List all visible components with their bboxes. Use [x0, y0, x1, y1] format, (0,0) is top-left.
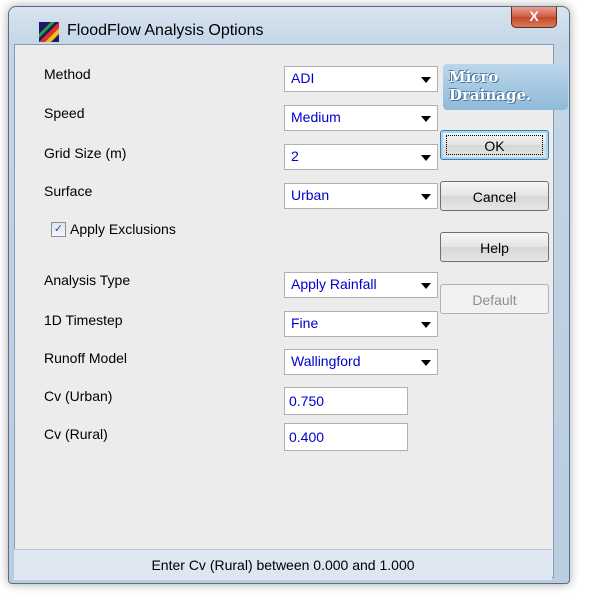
chevron-down-icon — [421, 283, 431, 289]
logo-line-1: Micro — [449, 68, 499, 86]
checkmark-icon: ✓ — [53, 223, 64, 235]
timestep-value: Fine — [291, 315, 319, 331]
cv-rural-input[interactable] — [289, 429, 399, 445]
cv-rural-label: Cv (Rural) — [44, 426, 108, 442]
runoff-model-value: Wallingford — [291, 353, 361, 369]
method-label: Method — [44, 66, 91, 82]
chevron-down-icon — [421, 360, 431, 366]
timestep-label: 1D Timestep — [44, 312, 123, 328]
cv-urban-field[interactable] — [284, 387, 408, 415]
runoff-model-label: Runoff Model — [44, 350, 128, 366]
status-bar: Enter Cv (Rural) between 0.000 and 1.000 — [14, 549, 552, 580]
title-bar[interactable]: FloodFlow Analysis Options — [9, 7, 569, 43]
window-title: FloodFlow Analysis Options — [67, 22, 264, 39]
chevron-down-icon — [421, 155, 431, 161]
cv-rural-field[interactable] — [284, 423, 408, 451]
logo-line-2: Drainage. — [449, 86, 532, 104]
grid-size-label: Grid Size (m) — [44, 145, 127, 161]
apply-exclusions-checkbox[interactable]: ✓ — [51, 222, 66, 237]
speed-select[interactable]: Medium — [284, 105, 438, 131]
runoff-model-select[interactable]: Wallingford — [284, 349, 438, 375]
surface-select[interactable]: Urban — [284, 183, 438, 209]
floodflow-app-icon — [39, 22, 59, 42]
ok-button[interactable]: OK — [440, 130, 549, 160]
status-text: Enter Cv (Rural) between 0.000 and 1.000 — [151, 557, 415, 573]
cv-urban-input[interactable] — [289, 393, 399, 409]
focus-rect — [446, 135, 543, 155]
analysis-type-value: Apply Rainfall — [291, 276, 377, 292]
apply-exclusions-label[interactable]: Apply Exclusions — [70, 221, 176, 237]
default-button[interactable]: Default — [440, 284, 549, 314]
help-button[interactable]: Help — [440, 232, 549, 262]
grid-size-value: 2 — [291, 148, 299, 164]
chevron-down-icon — [421, 194, 431, 200]
surface-label: Surface — [44, 183, 93, 199]
method-value: ADI — [291, 70, 315, 86]
chevron-down-icon — [421, 77, 431, 83]
grid-size-select[interactable]: 2 — [284, 144, 438, 170]
speed-value: Medium — [291, 109, 341, 125]
chevron-down-icon — [421, 322, 431, 328]
cancel-button[interactable]: Cancel — [440, 181, 549, 211]
chevron-down-icon — [421, 116, 431, 122]
analysis-type-select[interactable]: Apply Rainfall — [284, 272, 438, 298]
surface-value: Urban — [291, 187, 330, 203]
method-select[interactable]: ADI — [284, 66, 438, 92]
analysis-type-label: Analysis Type — [44, 272, 131, 288]
close-button[interactable]: X — [511, 7, 557, 28]
speed-label: Speed — [44, 105, 85, 121]
timestep-select[interactable]: Fine — [284, 311, 438, 337]
cv-urban-label: Cv (Urban) — [44, 388, 113, 404]
micro-drainage-logo: Micro Drainage. — [443, 64, 568, 110]
